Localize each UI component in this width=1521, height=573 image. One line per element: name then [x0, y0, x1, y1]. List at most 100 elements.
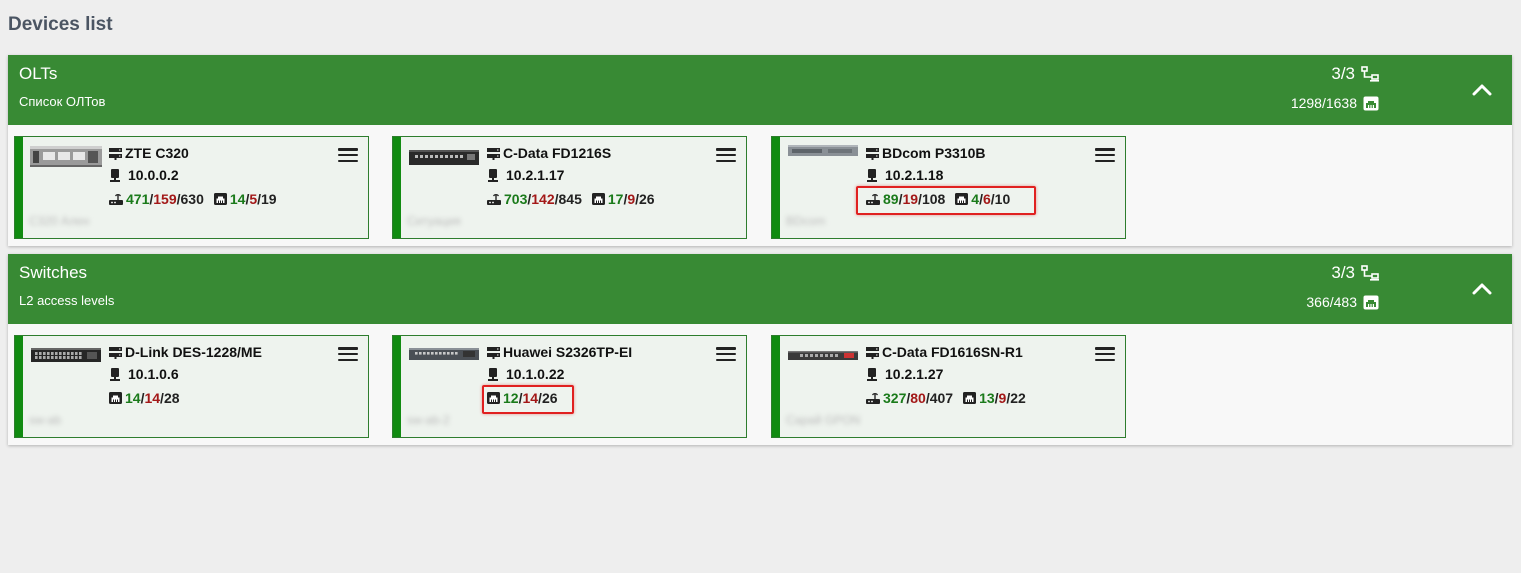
device-ip: 10.2.1.27 [885, 366, 944, 382]
group-header: OLTs Список ОЛТов 3/3 1298/1638 [8, 55, 1512, 125]
device-name-link[interactable]: C-Data FD1216S [487, 145, 611, 161]
device-ip-row: 10.1.0.22 [487, 366, 564, 382]
device-ip-row: 10.1.0.6 [109, 366, 179, 382]
device-image [409, 348, 479, 360]
device-description: sw-ab-2 [407, 413, 450, 427]
onu-stats: 327/80/407 [866, 390, 953, 406]
server-icon [109, 147, 122, 160]
device-menu-button[interactable] [1095, 347, 1115, 361]
devices-count: 3/3 [1331, 263, 1379, 283]
device-image [788, 145, 858, 156]
onu-online: 471 [126, 191, 150, 207]
device-card[interactable]: D-Link DES-1228/ME 10.1.0.6 14/14/28 sw-… [14, 335, 369, 438]
page-title: Devices list [8, 14, 113, 35]
desktop-icon [488, 367, 498, 381]
status-stripe [393, 336, 401, 437]
group-body: D-Link DES-1228/ME 10.1.0.6 14/14/28 sw-… [8, 324, 1512, 445]
device-ip-row: 10.2.1.18 [866, 167, 943, 183]
device-name-link[interactable]: D-Link DES-1228/ME [109, 344, 262, 360]
device-image [788, 351, 858, 360]
devices-count-value: 3/3 [1331, 263, 1355, 282]
device-menu-button[interactable] [716, 347, 736, 361]
server-icon [487, 346, 500, 359]
devices-count: 3/3 [1331, 64, 1379, 84]
ports-down: 14 [144, 390, 161, 406]
ports-up: 14 [125, 390, 141, 406]
ethernet-port-icon [1363, 96, 1379, 110]
status-stripe [15, 336, 23, 437]
onu-total: 630 [180, 191, 204, 207]
network-icon [1361, 265, 1379, 281]
ports-up: 13 [979, 390, 995, 406]
collapse-button[interactable] [1470, 278, 1494, 300]
onu-offline: 80 [910, 390, 926, 406]
device-stats-row: 703/142/845 17/9/26 [487, 191, 655, 207]
devices-count-value: 3/3 [1331, 64, 1355, 83]
ethernet-port-icon [1363, 295, 1379, 309]
device-name: D-Link DES-1228/ME [125, 344, 262, 360]
device-description: sw-ab [29, 413, 62, 427]
ports-down: 9 [998, 390, 1007, 406]
device-ip-row: 10.2.1.17 [487, 167, 564, 183]
device-description: Ситуация [407, 214, 461, 228]
onu-offline: 142 [531, 191, 555, 207]
ports-total: 28 [163, 390, 180, 406]
device-name-link[interactable]: BDcom P3310B [866, 145, 986, 161]
device-card[interactable]: C-Data FD1616SN-R1 10.2.1.27 327/80/407 … [771, 335, 1126, 438]
device-ip: 10.1.0.6 [128, 366, 179, 382]
ports-count: 366/483 [1306, 294, 1379, 310]
ports-up: 14 [229, 191, 246, 207]
device-name: ZTE C320 [125, 145, 189, 161]
desktop-icon [867, 367, 877, 381]
device-ip-row: 10.2.1.27 [866, 366, 943, 382]
ports-count: 1298/1638 [1291, 95, 1379, 111]
ports-total: 19 [261, 191, 277, 207]
onu-total: 407 [929, 390, 954, 406]
device-menu-button[interactable] [338, 347, 358, 361]
onu-online: 703 [504, 191, 528, 207]
device-name: BDcom P3310B [882, 145, 986, 161]
device-description: C320 Ален [29, 214, 90, 228]
ethernet-port-icon [213, 193, 227, 205]
device-menu-button[interactable] [338, 148, 358, 162]
device-card[interactable]: ZTE C320 10.0.0.2 471/159/630 14/5/19 C3… [14, 136, 369, 239]
status-stripe [772, 336, 780, 437]
router-icon [487, 194, 501, 205]
group-subtitle: Список ОЛТов [19, 94, 106, 109]
device-menu-button[interactable] [716, 148, 736, 162]
device-image [30, 146, 102, 167]
collapse-button[interactable] [1470, 79, 1494, 101]
router-icon [109, 194, 123, 205]
chevron-up-icon [1472, 283, 1492, 295]
ports-count-value: 366/483 [1306, 294, 1357, 310]
device-menu-button[interactable] [1095, 148, 1115, 162]
ethernet-port-icon [963, 392, 977, 404]
device-image [31, 348, 101, 362]
device-stats-row: 14/14/28 [109, 390, 180, 406]
device-name: C-Data FD1216S [503, 145, 612, 161]
group-switches: Switches L2 access levels 3/3 366/483 D-… [8, 254, 1512, 445]
device-card[interactable]: C-Data FD1216S 10.2.1.17 703/142/845 17/… [392, 136, 747, 239]
device-image [409, 150, 479, 165]
ports-down: 5 [249, 191, 258, 207]
ports-count-value: 1298/1638 [1290, 95, 1357, 111]
port-stats: 14/14/28 [109, 390, 180, 406]
server-icon [866, 346, 879, 359]
ethernet-port-icon [591, 193, 605, 205]
server-icon [109, 346, 122, 359]
device-name-link[interactable]: C-Data FD1616SN-R1 [866, 344, 1023, 360]
device-stats-row: 471/159/630 14/5/19 [109, 191, 277, 207]
port-stats: 17/9/26 [591, 191, 655, 207]
desktop-icon [110, 367, 120, 381]
onu-online: 327 [883, 390, 907, 406]
onu-total: 845 [558, 191, 582, 207]
device-name-link[interactable]: ZTE C320 [109, 145, 189, 161]
onu-stats: 471/159/630 [109, 191, 204, 207]
group-title: OLTs [19, 64, 58, 83]
device-description: BDcom [786, 214, 826, 228]
device-card[interactable]: Huawei S2326TP-EI 10.1.0.22 12/14/26 sw-… [392, 335, 747, 438]
server-icon [866, 147, 879, 160]
status-stripe [772, 137, 780, 238]
device-name-link[interactable]: Huawei S2326TP-EI [487, 344, 632, 360]
device-card[interactable]: BDcom P3310B 10.2.1.18 89/19/108 4/6/10 … [771, 136, 1126, 239]
